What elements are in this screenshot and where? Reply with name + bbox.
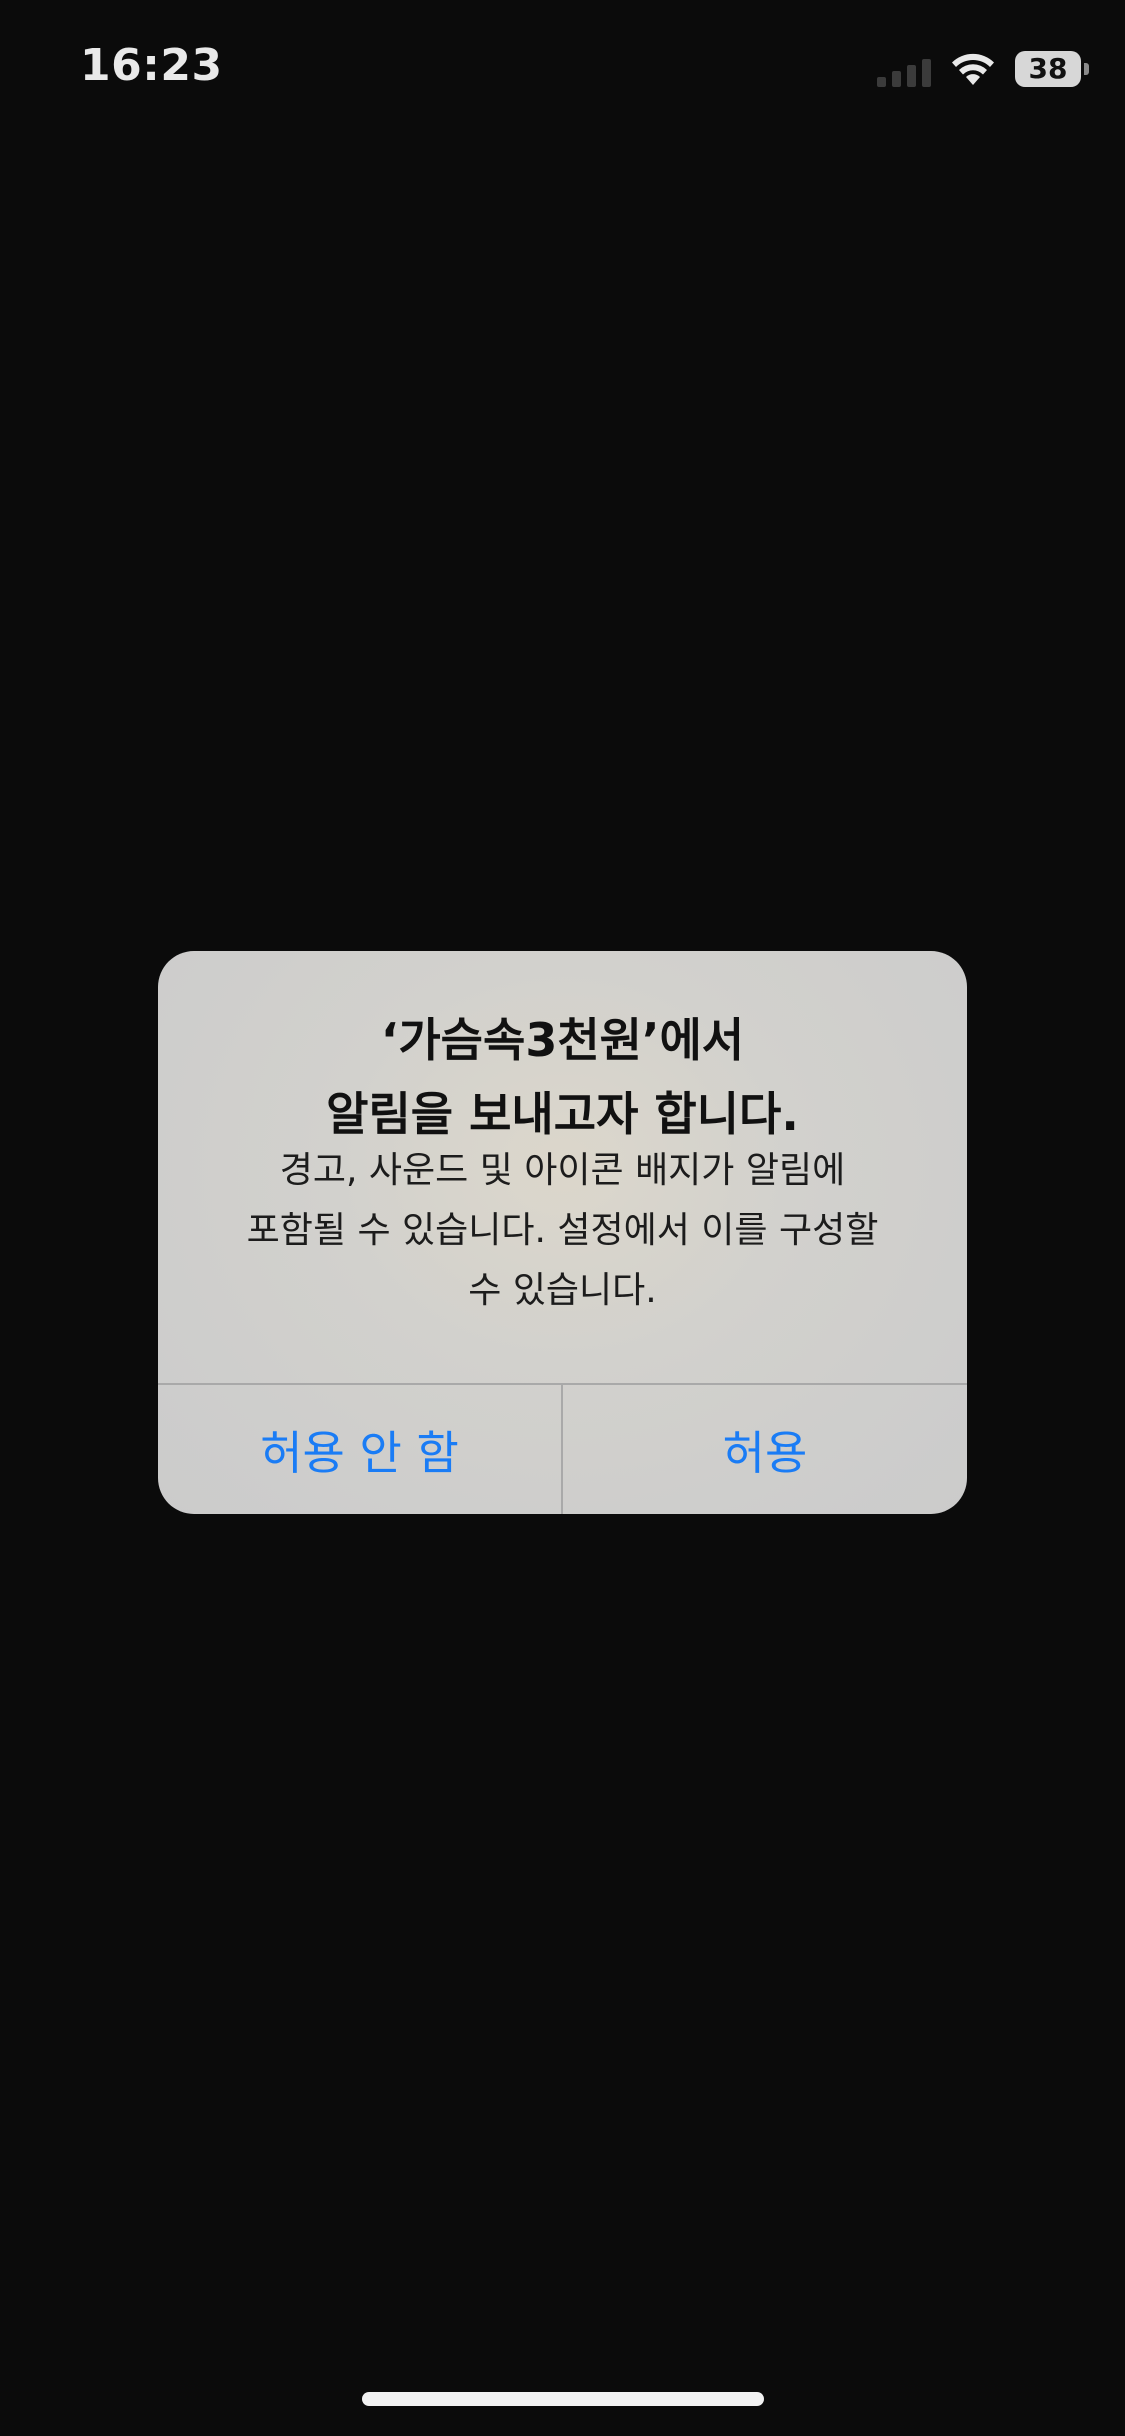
alert-message-line2: 포함될 수 있습니다. 설정에서 이를 구성할 [246, 1210, 879, 1251]
alert-title-line1: ‘가슴속3천원’에서 [380, 1013, 745, 1067]
alert-title: ‘가슴속3천원’에서 알림을 보내고자 합니다. [198, 1003, 927, 1151]
dont-allow-button[interactable]: 허용 안 함 [158, 1385, 561, 1514]
status-icons: 38 [877, 44, 1089, 94]
home-indicator[interactable] [362, 2392, 764, 2406]
alert-message-line3: 수 있습니다. [468, 1270, 657, 1311]
battery-level: 38 [1028, 52, 1068, 85]
allow-button[interactable]: 허용 [563, 1385, 967, 1514]
alert-body: ‘가슴속3천원’에서 알림을 보내고자 합니다. 경고, 사운드 및 아이콘 배… [158, 951, 967, 1383]
wifi-icon [949, 51, 997, 87]
alert-title-line2: 알림을 보내고자 합니다. [326, 1087, 799, 1141]
notification-permission-alert: ‘가슴속3천원’에서 알림을 보내고자 합니다. 경고, 사운드 및 아이콘 배… [158, 951, 967, 1514]
status-time: 16:23 [80, 40, 223, 91]
battery-cap [1084, 63, 1089, 75]
cellular-signal-icon [877, 51, 931, 87]
status-bar: 16:23 38 [0, 0, 1125, 140]
screen: 16:23 38 ‘가슴속3천원’에서 알림을 보내고자 합니다. 경고, 사운… [0, 0, 1125, 2436]
alert-message: 경고, 사운드 및 아이콘 배지가 알림에 포함될 수 있습니다. 설정에서 이… [218, 1141, 907, 1321]
alert-message-line1: 경고, 사운드 및 아이콘 배지가 알림에 [279, 1150, 846, 1191]
battery-icon: 38 [1015, 51, 1089, 87]
